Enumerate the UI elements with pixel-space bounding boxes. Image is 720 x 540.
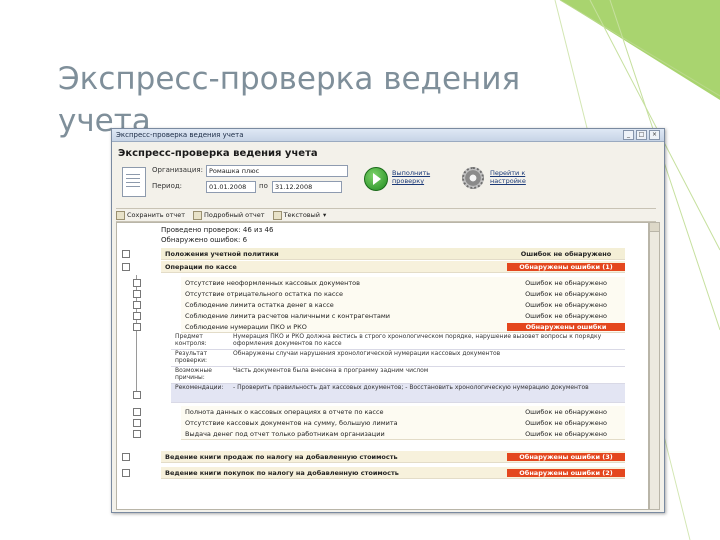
table-row[interactable]: Операции по кассе Обнаружены ошибки (1) <box>161 261 625 273</box>
expand-box[interactable] <box>133 290 141 298</box>
expand-box[interactable] <box>133 312 141 320</box>
gear-icon[interactable] <box>462 167 484 189</box>
table-row[interactable]: Выдача денег под отчет только работникам… <box>181 428 625 440</box>
save-icon <box>116 210 125 220</box>
table-row[interactable]: Соблюдение нумерации ПКО и РКО Обнаружен… <box>181 321 625 333</box>
collapse-box[interactable] <box>133 323 141 331</box>
report-toolbar: Сохранить отчет Подробный отчет Текстовы… <box>116 208 656 222</box>
summary-checks: Проведено проверок: 46 из 46 <box>161 226 274 234</box>
date-to-field[interactable]: 31.12.2008 <box>272 181 342 193</box>
text-icon <box>272 210 282 220</box>
form-heading: Экспресс-проверка ведения учета <box>118 148 318 159</box>
window-titlebar[interactable]: Экспресс-проверка ведения учета _ □ × <box>112 129 664 142</box>
table-row[interactable]: Ведение книги продаж по налогу на добавл… <box>161 451 625 463</box>
expand-box[interactable] <box>122 453 130 461</box>
save-report-button[interactable]: Сохранить отчет <box>116 210 185 220</box>
org-field[interactable]: Ромашка плюс <box>206 165 348 177</box>
period-label: Период: <box>152 182 183 190</box>
vertical-scrollbar[interactable] <box>649 222 660 510</box>
expand-box[interactable] <box>133 279 141 287</box>
detail-row: Результат проверки: Обнаружены случаи на… <box>171 350 625 367</box>
window-title: Экспресс-проверка ведения учета <box>116 131 244 139</box>
detail-row: Рекомендации: - Проверить правильность д… <box>171 384 625 403</box>
params-panel: Организация: Ромашка плюс Период: 01.01.… <box>112 163 664 211</box>
settings-link[interactable]: Перейти к настройке <box>490 169 540 185</box>
expand-box[interactable] <box>133 430 141 438</box>
scroll-up-button[interactable] <box>650 223 659 232</box>
minimize-button[interactable]: _ <box>623 130 634 140</box>
document-icon <box>122 167 146 197</box>
report-area: Проведено проверок: 46 из 46 Обнаружено … <box>116 222 649 510</box>
expand-box[interactable] <box>122 469 130 477</box>
expand-box[interactable] <box>133 408 141 416</box>
run-check-icon[interactable] <box>364 167 388 191</box>
date-sep: по <box>259 182 268 190</box>
expand-box[interactable] <box>133 301 141 309</box>
close-button[interactable]: × <box>649 130 660 140</box>
expand-box[interactable] <box>133 419 141 427</box>
detail-row: Предмет контроля: Нумерация ПКО и РКО до… <box>171 333 625 350</box>
detail-row: Возможные причины: Часть документов была… <box>171 367 625 384</box>
chevron-down-icon: ▾ <box>322 211 327 219</box>
expand-box[interactable] <box>133 391 141 399</box>
collapse-box[interactable] <box>122 263 130 271</box>
text-view-dropdown[interactable]: Текстовый ▾ <box>272 210 327 220</box>
maximize-button[interactable]: □ <box>636 130 647 140</box>
date-from-field[interactable]: 01.01.2008 <box>206 181 256 193</box>
run-check-link[interactable]: Выполнить проверку <box>392 169 440 185</box>
report-icon <box>193 210 203 220</box>
expand-box[interactable] <box>122 250 130 258</box>
table-row[interactable]: Ведение книги покупок по налогу на добав… <box>161 467 625 479</box>
report-window: Экспресс-проверка ведения учета _ □ × Эк… <box>111 128 665 513</box>
full-report-button[interactable]: Подробный отчет <box>193 210 265 220</box>
org-label: Организация: <box>152 166 203 174</box>
summary-errors: Обнаружено ошибок: 6 <box>161 236 248 244</box>
table-row[interactable]: Положения учетной политики Ошибок не обн… <box>161 248 625 260</box>
